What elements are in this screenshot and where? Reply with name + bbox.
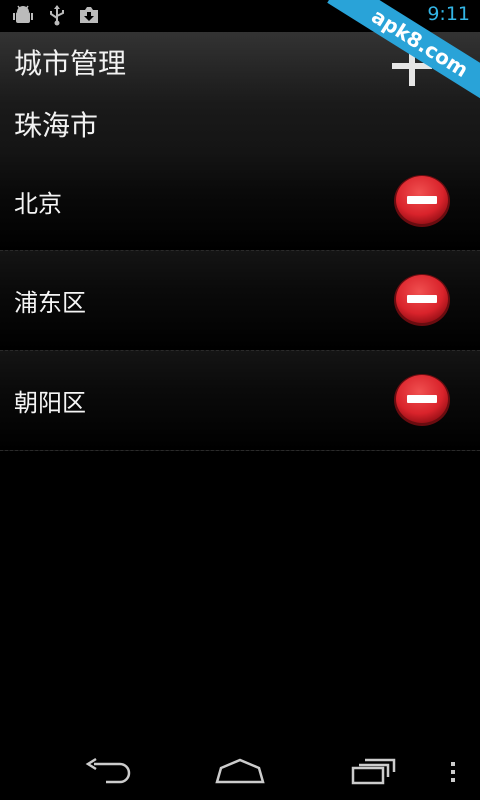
back-icon xyxy=(85,757,131,784)
home-button[interactable] xyxy=(214,756,266,790)
city-name: 浦东区 xyxy=(14,289,86,317)
recent-apps-button[interactable] xyxy=(350,756,400,790)
remove-icon xyxy=(394,374,450,426)
back-button[interactable] xyxy=(82,756,132,790)
android-debug-icon xyxy=(12,4,34,30)
city-name: 北京 xyxy=(14,190,62,218)
remove-city-button[interactable] xyxy=(392,272,452,328)
city-row[interactable]: 朝阳区 xyxy=(0,351,480,451)
remove-city-button[interactable] xyxy=(392,173,452,229)
city-row[interactable]: 浦东区 xyxy=(0,251,480,351)
city-row[interactable]: 北京 xyxy=(0,152,480,251)
remove-icon xyxy=(394,175,450,227)
remove-icon xyxy=(394,274,450,326)
page-title: 城市管理 xyxy=(14,47,127,80)
remove-city-button[interactable] xyxy=(392,372,452,428)
usb-icon xyxy=(46,4,68,30)
current-city: 珠海市 xyxy=(14,109,99,142)
menu-icon xyxy=(451,762,455,782)
city-name: 朝阳区 xyxy=(14,389,86,417)
recent-apps-icon xyxy=(351,758,396,785)
menu-button[interactable] xyxy=(446,760,460,788)
download-icon xyxy=(78,4,100,30)
status-time: 9:11 xyxy=(427,3,470,25)
home-icon xyxy=(215,758,265,784)
nav-bar xyxy=(0,740,480,800)
city-list: 北京 浦东区 朝阳区 xyxy=(0,152,480,451)
